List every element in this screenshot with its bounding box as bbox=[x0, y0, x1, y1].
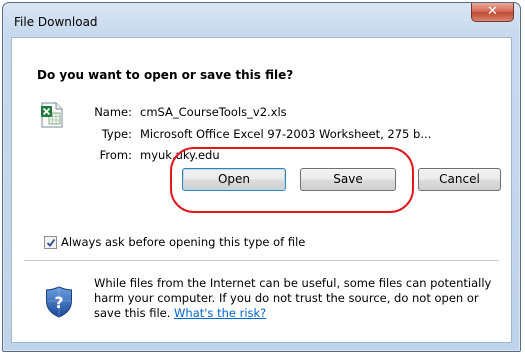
divider bbox=[24, 260, 499, 261]
warning-line-2: harm your computer. If you do not trust … bbox=[94, 291, 479, 305]
warning-line-1: While files from the Internet can be use… bbox=[94, 276, 492, 290]
file-type-value: Microsoft Office Excel 97-2003 Worksheet… bbox=[140, 127, 432, 141]
window-title: File Download bbox=[14, 15, 98, 29]
close-icon: ✕ bbox=[487, 4, 498, 19]
security-warning: While files from the Internet can be use… bbox=[94, 276, 504, 321]
warning-line-3: save this file. What's the risk? bbox=[94, 306, 504, 321]
dialog-body: Do you want to open or save this file? N… bbox=[11, 37, 512, 343]
file-name-value: cmSA_CourseTools_v2.xls bbox=[140, 105, 287, 119]
file-type-label: Type: bbox=[101, 127, 132, 141]
close-button[interactable]: ✕ bbox=[471, 3, 514, 22]
cancel-button[interactable]: Cancel bbox=[418, 168, 501, 191]
file-source-label: From: bbox=[99, 148, 132, 162]
always-ask-label[interactable]: Always ask before opening this type of f… bbox=[61, 235, 305, 249]
security-shield-question-icon: ? bbox=[45, 286, 73, 318]
file-name-label: Name: bbox=[94, 105, 132, 119]
question-mark-glyph: ? bbox=[54, 293, 63, 312]
checkmark-icon bbox=[46, 238, 56, 247]
file-download-window: File Download ✕ Do you want to open or s… bbox=[2, 2, 521, 352]
whats-the-risk-link[interactable]: What's the risk? bbox=[174, 306, 266, 320]
title-bar[interactable]: File Download ✕ bbox=[3, 3, 520, 37]
dialog-question: Do you want to open or save this file? bbox=[37, 68, 294, 82]
save-button[interactable]: Save bbox=[300, 168, 396, 191]
warning-line-3-text: save this file. bbox=[94, 306, 175, 320]
always-ask-checkbox[interactable] bbox=[44, 236, 57, 249]
open-button[interactable]: Open bbox=[182, 168, 286, 191]
excel-file-icon bbox=[41, 102, 63, 128]
